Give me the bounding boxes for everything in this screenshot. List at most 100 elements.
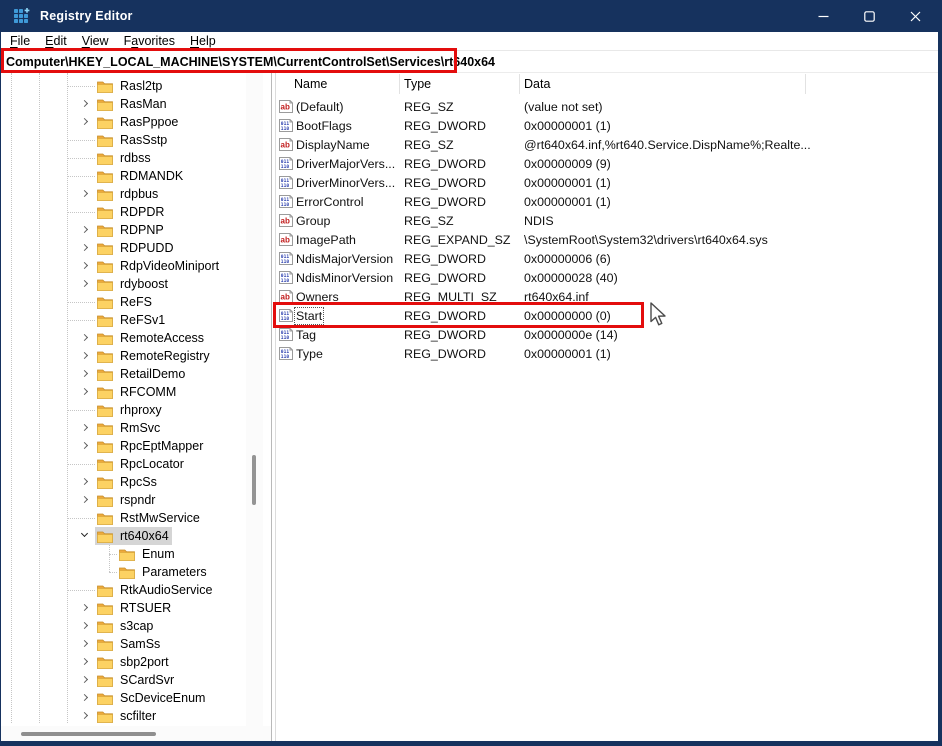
tree-item-body[interactable]: sbp2port bbox=[95, 653, 172, 671]
tree-item-body[interactable]: RemoteRegistry bbox=[95, 347, 213, 365]
tree-item-body[interactable]: RasSstp bbox=[95, 131, 170, 149]
chevron-right-icon[interactable] bbox=[79, 602, 91, 614]
tree-item-RmSvc[interactable]: RmSvc bbox=[1, 419, 246, 437]
chevron-right-icon[interactable] bbox=[79, 710, 91, 722]
tree-item-RDPDR[interactable]: RDPDR bbox=[1, 203, 246, 221]
tree-vertical-scrollbar-thumb[interactable] bbox=[252, 455, 256, 505]
tree-item-RdpVideoMiniport[interactable]: RdpVideoMiniport bbox=[1, 257, 246, 275]
tree-item-body[interactable]: RDPUDD bbox=[95, 239, 176, 257]
tree-item-body[interactable]: RFCOMM bbox=[95, 383, 179, 401]
menu-help[interactable]: Help bbox=[189, 34, 217, 48]
tree-item-rspndr[interactable]: rspndr bbox=[1, 491, 246, 509]
chevron-right-icon[interactable] bbox=[79, 440, 91, 452]
value-row-type[interactable]: 011110TypeREG_DWORD0x00000001 (1) bbox=[276, 345, 938, 364]
tree-item-rdbss[interactable]: rdbss bbox=[1, 149, 246, 167]
tree-item-body[interactable]: rdpbus bbox=[95, 185, 161, 203]
tree-item-body[interactable]: RemoteAccess bbox=[95, 329, 207, 347]
column-separator[interactable] bbox=[399, 74, 400, 94]
chevron-right-icon[interactable] bbox=[79, 386, 91, 398]
close-button[interactable] bbox=[892, 0, 938, 32]
tree-item-RpcSs[interactable]: RpcSs bbox=[1, 473, 246, 491]
tree-item-SamSs[interactable]: SamSs bbox=[1, 635, 246, 653]
tree-horizontal-scrollbar[interactable] bbox=[1, 726, 271, 741]
tree-item-Parameters[interactable]: Parameters bbox=[1, 563, 246, 581]
tree-item-RemoteRegistry[interactable]: RemoteRegistry bbox=[1, 347, 246, 365]
tree-item-body[interactable]: RDPDR bbox=[95, 203, 167, 221]
column-separator[interactable] bbox=[519, 74, 520, 94]
menu-favorites[interactable]: Favorites bbox=[123, 34, 176, 48]
column-header-type[interactable]: Type bbox=[404, 77, 431, 91]
tree-item-RDPNP[interactable]: RDPNP bbox=[1, 221, 246, 239]
tree-item-body[interactable]: rspndr bbox=[95, 491, 158, 509]
tree-item-ReFSv1[interactable]: ReFSv1 bbox=[1, 311, 246, 329]
tree-item-RasPppoe[interactable]: RasPppoe bbox=[1, 113, 246, 131]
tree-item-body[interactable]: rdbss bbox=[95, 149, 154, 167]
chevron-right-icon[interactable] bbox=[79, 278, 91, 290]
column-header-name[interactable]: Name bbox=[294, 77, 327, 91]
chevron-right-icon[interactable] bbox=[79, 494, 91, 506]
tree-item-RemoteAccess[interactable]: RemoteAccess bbox=[1, 329, 246, 347]
tree-item-Rasl2tp[interactable]: Rasl2tp bbox=[1, 77, 246, 95]
tree-item-rdyboost[interactable]: rdyboost bbox=[1, 275, 246, 293]
value-row-default[interactable]: ab(Default)REG_SZ(value not set) bbox=[276, 98, 938, 117]
maximize-button[interactable] bbox=[846, 0, 892, 32]
tree-item-body[interactable]: scfilter bbox=[95, 707, 159, 725]
tree-item-body[interactable]: RstMwService bbox=[95, 509, 203, 527]
tree-item-rt640x64[interactable]: rt640x64 bbox=[1, 527, 246, 545]
column-header-data[interactable]: Data bbox=[524, 77, 550, 91]
tree-item-body[interactable]: rdyboost bbox=[95, 275, 171, 293]
chevron-right-icon[interactable] bbox=[79, 656, 91, 668]
minimize-button[interactable] bbox=[800, 0, 846, 32]
chevron-right-icon[interactable] bbox=[79, 260, 91, 272]
tree-item-body[interactable]: rt640x64 bbox=[95, 527, 172, 545]
tree-item-RetailDemo[interactable]: RetailDemo bbox=[1, 365, 246, 383]
tree-item-RDMANDK[interactable]: RDMANDK bbox=[1, 167, 246, 185]
tree-item-RpcEptMapper[interactable]: RpcEptMapper bbox=[1, 437, 246, 455]
menu-file[interactable]: File bbox=[9, 34, 31, 48]
tree-item-body[interactable]: RDPNP bbox=[95, 221, 167, 239]
value-row-drivermajorvers[interactable]: 011110DriverMajorVers...REG_DWORD0x00000… bbox=[276, 155, 938, 174]
tree-item-RasMan[interactable]: RasMan bbox=[1, 95, 246, 113]
tree-item-body[interactable]: RTSUER bbox=[95, 599, 174, 617]
value-row-imagepath[interactable]: abImagePathREG_EXPAND_SZ\SystemRoot\Syst… bbox=[276, 231, 938, 250]
tree-vertical-scrollbar[interactable] bbox=[246, 73, 263, 727]
tree-item-body[interactable]: RdpVideoMiniport bbox=[95, 257, 222, 275]
tree-item-body[interactable]: RpcEptMapper bbox=[95, 437, 206, 455]
chevron-right-icon[interactable] bbox=[79, 422, 91, 434]
chevron-right-icon[interactable] bbox=[79, 674, 91, 686]
tree-item-body[interactable]: RasMan bbox=[95, 95, 170, 113]
chevron-right-icon[interactable] bbox=[79, 242, 91, 254]
tree-item-RstMwService[interactable]: RstMwService bbox=[1, 509, 246, 527]
tree-item-body[interactable]: RasPppoe bbox=[95, 113, 181, 131]
tree-item-RDPUDD[interactable]: RDPUDD bbox=[1, 239, 246, 257]
tree-item-body[interactable]: ReFSv1 bbox=[95, 311, 168, 329]
tree-item-sbp2port[interactable]: sbp2port bbox=[1, 653, 246, 671]
tree-item-RtkAudioService[interactable]: RtkAudioService bbox=[1, 581, 246, 599]
value-row-ndisminorversion[interactable]: 011110NdisMinorVersionREG_DWORD0x0000002… bbox=[276, 269, 938, 288]
tree-item-body[interactable]: SamSs bbox=[95, 635, 163, 653]
tree-item-RpcLocator[interactable]: RpcLocator bbox=[1, 455, 246, 473]
chevron-right-icon[interactable] bbox=[79, 692, 91, 704]
tree-item-body[interactable]: Enum bbox=[117, 545, 178, 563]
tree-item-Enum[interactable]: Enum bbox=[1, 545, 246, 563]
chevron-right-icon[interactable] bbox=[79, 368, 91, 380]
chevron-right-icon[interactable] bbox=[79, 188, 91, 200]
value-row-group[interactable]: abGroupREG_SZNDIS bbox=[276, 212, 938, 231]
tree-item-rdpbus[interactable]: rdpbus bbox=[1, 185, 246, 203]
menu-view[interactable]: View bbox=[81, 34, 110, 48]
tree-item-body[interactable]: ScDeviceEnum bbox=[95, 689, 208, 707]
tree-item-body[interactable]: rhproxy bbox=[95, 401, 165, 419]
chevron-right-icon[interactable] bbox=[79, 620, 91, 632]
value-row-tag[interactable]: 011110TagREG_DWORD0x0000000e (14) bbox=[276, 326, 938, 345]
tree-item-SCardSvr[interactable]: SCardSvr bbox=[1, 671, 246, 689]
tree-item-rhproxy[interactable]: rhproxy bbox=[1, 401, 246, 419]
chevron-right-icon[interactable] bbox=[79, 638, 91, 650]
tree-item-RFCOMM[interactable]: RFCOMM bbox=[1, 383, 246, 401]
chevron-right-icon[interactable] bbox=[79, 332, 91, 344]
tree-item-body[interactable]: ReFS bbox=[95, 293, 155, 311]
chevron-right-icon[interactable] bbox=[79, 224, 91, 236]
value-row-errorcontrol[interactable]: 011110ErrorControlREG_DWORD0x00000001 (1… bbox=[276, 193, 938, 212]
chevron-right-icon[interactable] bbox=[79, 116, 91, 128]
tree-item-body[interactable]: SCardSvr bbox=[95, 671, 177, 689]
tree-item-body[interactable]: RtkAudioService bbox=[95, 581, 215, 599]
